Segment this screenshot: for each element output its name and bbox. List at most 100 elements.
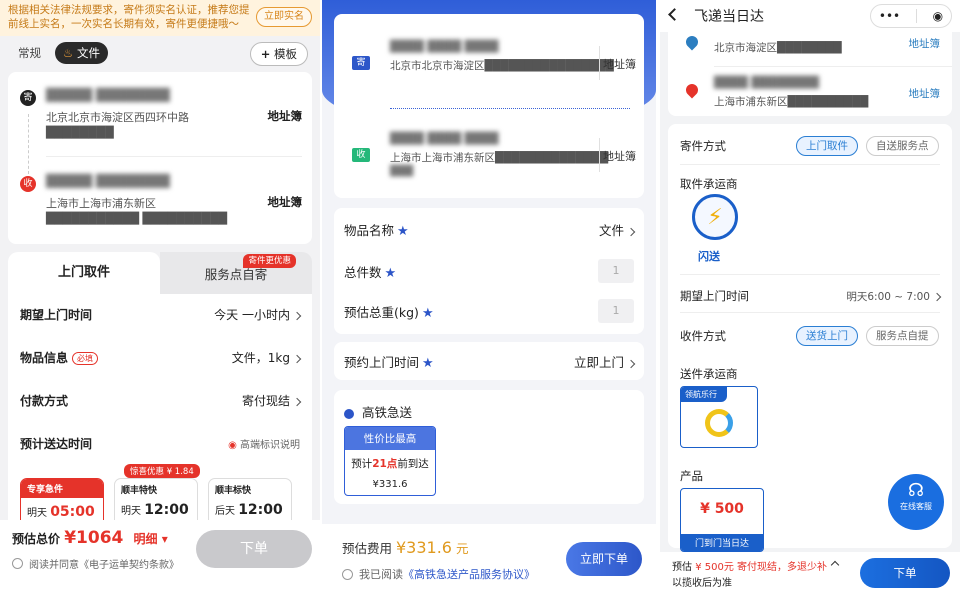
product-option[interactable]: ¥ 500 门到门当日达 bbox=[680, 488, 764, 552]
payment-row[interactable]: 付款方式 寄付现结 bbox=[20, 392, 302, 409]
agreement-link[interactable]: 《高铁急送产品服务协议》 bbox=[403, 566, 535, 582]
pickup-text: 预约上门时间 bbox=[344, 355, 420, 370]
receiver-address-text: 上海市浦东新区██████████ bbox=[714, 96, 869, 108]
receive-mode-door[interactable]: 送货上门 bbox=[796, 326, 858, 346]
count-input[interactable]: 1 bbox=[598, 259, 634, 283]
send-mode-pickup[interactable]: 上门取件 bbox=[796, 136, 858, 156]
divider bbox=[46, 156, 302, 157]
more-icon[interactable]: ••• bbox=[879, 9, 900, 23]
weight-input[interactable]: 1 bbox=[598, 299, 634, 323]
divider bbox=[680, 274, 940, 275]
speed-hour: 05:00 bbox=[50, 504, 95, 520]
mode-file-label: 文件 bbox=[76, 46, 100, 60]
receiver-address: 上海市浦东新区██████████ bbox=[714, 94, 868, 109]
required-star-icon: ★ bbox=[421, 305, 434, 321]
submit-button[interactable]: 下单 bbox=[860, 558, 950, 588]
agree-row[interactable]: 阅读并同意《电子运单契约条款》 bbox=[12, 556, 179, 571]
detail-button[interactable]: 明细 ▾ bbox=[134, 532, 168, 546]
submit-button[interactable]: 立即下单 bbox=[566, 542, 642, 576]
pickup-row: 预约上门时间 ★ 立即上门 bbox=[344, 352, 636, 371]
mode-normal[interactable]: 常规 bbox=[10, 42, 49, 64]
eta-note[interactable]: ◉ 高端标识说明 bbox=[228, 436, 300, 451]
receiver-address-extra: ███ bbox=[390, 166, 414, 177]
item-name-text: 物品名称 bbox=[344, 223, 395, 238]
count-text: 总件数 bbox=[344, 264, 382, 280]
realname-button[interactable]: 立即实名 bbox=[256, 7, 312, 27]
pickup-carrier-name: 闪送 bbox=[698, 250, 720, 263]
service-option[interactable]: 性价比最高 预计21点前到达 ¥331.6 bbox=[344, 426, 436, 496]
product-footer: 门到门当日达 bbox=[681, 534, 763, 551]
sender-address: 北京北京市海淀区西四环中路████████ bbox=[46, 110, 246, 140]
receiver-row[interactable]: 收 █████ ████████ 上海市上海市浦东新区███████████ █… bbox=[8, 158, 312, 238]
agree-checkbox[interactable] bbox=[342, 568, 353, 580]
receive-mode-pickup[interactable]: 服务点自提 bbox=[866, 326, 939, 346]
expect-time-row[interactable]: 期望上门时间 今天 一小时内 bbox=[20, 306, 302, 323]
carrier-logo-icon bbox=[705, 409, 733, 437]
receiver-address-book[interactable]: 地址簿 bbox=[603, 148, 636, 164]
sender-address-book[interactable]: 地址簿 bbox=[909, 36, 941, 51]
speed-name: 专享急件 bbox=[21, 479, 103, 498]
online-support-button[interactable]: ☊ 在线客服 bbox=[888, 474, 944, 530]
receiver-address-book[interactable]: 地址簿 bbox=[909, 86, 941, 101]
page-title: 飞递当日达 bbox=[694, 9, 764, 25]
divider bbox=[714, 66, 952, 67]
item-name-row[interactable]: 物品名称 ★ 文件 bbox=[344, 220, 636, 239]
bottom-bar: 预估总价 ¥1064 明细 ▾ 下单 阅读并同意《电子运单契约条款》 bbox=[0, 520, 320, 592]
option-eta-pre: 预计 bbox=[351, 458, 373, 470]
sender-row[interactable]: 寄 █████ ████████ 北京北京市海淀区西四环中路████████ 地… bbox=[8, 72, 312, 152]
receiver-name: ████ ████ ████ bbox=[390, 132, 499, 145]
option-price: ¥331.6 bbox=[372, 479, 408, 490]
mode-file[interactable]: ♨ 文件 bbox=[55, 42, 108, 64]
tab-pickup[interactable]: 上门取件 bbox=[8, 252, 160, 294]
template-button[interactable]: + 模板 bbox=[249, 42, 308, 66]
agree-row[interactable]: 我已阅读 《高铁急送产品服务协议》 bbox=[342, 566, 535, 582]
sender-pin-icon bbox=[683, 33, 701, 51]
item-card: 物品名称 ★ 文件 总件数 ★ 1 预估总重(kg) ★ 1 bbox=[334, 208, 644, 334]
sender-address: 北京市北京市海淀区████████████████ bbox=[390, 58, 614, 73]
chevron-right-icon bbox=[292, 311, 302, 321]
nav-bar: 飞递当日达 ••• ◉ bbox=[660, 0, 960, 32]
fee-summary: 预估费用 ¥331.6 元 bbox=[342, 538, 468, 557]
option-header: 性价比最高 bbox=[345, 427, 435, 450]
speed-day: 明天 bbox=[121, 506, 141, 517]
submit-button[interactable]: 下单 bbox=[196, 530, 312, 568]
agree-checkbox[interactable] bbox=[12, 558, 23, 569]
close-icon[interactable]: ◉ bbox=[933, 9, 943, 23]
sender-address-book[interactable]: 地址簿 bbox=[268, 108, 303, 124]
pickup-carrier-label: 取件承运商 bbox=[680, 177, 738, 191]
sender-address-book[interactable]: 地址簿 bbox=[603, 56, 636, 72]
detail-label: 明细 bbox=[133, 532, 158, 546]
pickup-carrier-option[interactable]: ⚡ bbox=[692, 194, 744, 246]
rail-express-panel: 寄 ████ ████ ████ 北京市北京市海淀区██████████████… bbox=[322, 0, 656, 592]
same-day-panel: 飞递当日达 ••• ◉ 北京市海淀区████████ 地址簿 ████ ████… bbox=[660, 0, 960, 592]
chevron-up-icon[interactable] bbox=[830, 560, 840, 570]
required-star-icon: ★ bbox=[397, 224, 409, 239]
sender-address-text: 北京市北京市海淀区████████████████ bbox=[390, 60, 614, 72]
delivery-carrier-option[interactable]: 领航乐行 bbox=[680, 386, 758, 448]
estimate-summary: 预估 ¥ 500元 寄付现结，多退少补 bbox=[672, 558, 827, 573]
expect-time-value: 今天 一小时内 bbox=[214, 306, 302, 323]
receiver-address-book[interactable]: 地址簿 bbox=[268, 194, 303, 210]
speed-day: 后天 bbox=[215, 506, 235, 517]
item-info-text: 物品信息 bbox=[20, 351, 69, 365]
send-mode-self[interactable]: 自送服务点 bbox=[866, 136, 939, 156]
pickup-card[interactable]: 预约上门时间 ★ 立即上门 bbox=[334, 342, 644, 380]
lightning-icon: ⚡ bbox=[692, 194, 738, 240]
option-eta: 预计21点前到达 bbox=[345, 450, 435, 471]
eta-note-text: 高端标识说明 bbox=[240, 440, 300, 451]
required-badge: 必填 bbox=[72, 352, 99, 365]
payment-value: 寄付现结 bbox=[242, 392, 302, 409]
expect-time-text: 今天 一小时内 bbox=[214, 308, 290, 322]
required-star-icon: ★ bbox=[384, 265, 397, 281]
pickup-value: 立即上门 bbox=[574, 352, 636, 371]
expect-time-row[interactable]: 期望上门时间 明天6:00 ~ 7:00 bbox=[680, 288, 942, 304]
sender-address: 北京市海淀区████████ bbox=[714, 40, 842, 55]
option-eta-hour: 21点 bbox=[372, 458, 398, 470]
back-icon[interactable] bbox=[668, 8, 681, 21]
item-info-row[interactable]: 物品信息 必填 文件，1kg bbox=[20, 349, 302, 366]
receiver-icon: 收 bbox=[20, 176, 36, 192]
clock-icon bbox=[344, 408, 354, 419]
estimate-note-2: 以揽收后为准 bbox=[672, 578, 732, 589]
tab-store[interactable]: 服务点自寄 寄件更优惠 bbox=[160, 252, 312, 294]
receiver-pin-icon bbox=[683, 81, 701, 99]
